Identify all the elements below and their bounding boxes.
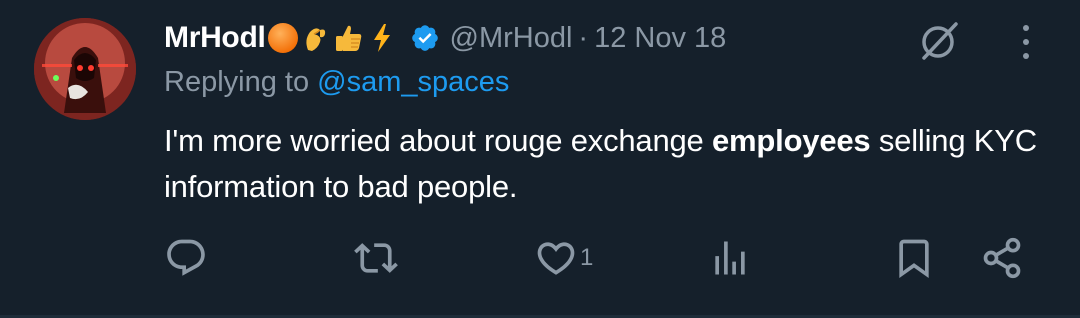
tweet[interactable]: MrHodl @MrHodl · 12 Nov 18 Replying to @… <box>0 0 1080 318</box>
pinching-hand-icon <box>305 28 325 51</box>
replying-to-label: Replying to <box>164 66 318 98</box>
tweet-date[interactable]: 12 Nov 18 <box>594 22 726 55</box>
verified-badge-icon[interactable] <box>410 23 440 53</box>
retweet-button[interactable] <box>354 230 400 286</box>
avatar[interactable] <box>34 18 136 120</box>
like-count: 1 <box>580 244 594 271</box>
action-bar: 1 <box>0 230 1080 290</box>
user-handle[interactable]: @MrHodl <box>450 22 573 55</box>
bookmark-icon <box>899 239 929 279</box>
views-button[interactable] <box>708 230 754 286</box>
tweet-header: MrHodl @MrHodl · 12 Nov 18 <box>164 16 726 60</box>
bookmark-button[interactable] <box>892 230 936 286</box>
reply-button[interactable] <box>164 230 210 286</box>
replying-to-line: Replying to @sam_spaces <box>164 66 509 99</box>
thumbs-up-icon <box>335 25 361 51</box>
display-name[interactable]: MrHodl <box>164 21 266 55</box>
separator-dot: · <box>578 21 589 54</box>
like-button[interactable]: 1 <box>534 230 593 286</box>
grok-icon[interactable] <box>916 18 964 62</box>
retweet-icon <box>354 243 398 273</box>
orange-circle-icon <box>267 23 298 53</box>
heart-icon <box>537 242 575 275</box>
more-options-icon[interactable] <box>1012 18 1040 62</box>
tweet-text-bold: employees <box>712 123 871 158</box>
high-voltage-icon <box>373 24 390 52</box>
share-button[interactable] <box>980 230 1024 286</box>
replying-to-mention[interactable]: @sam_spaces <box>317 66 509 98</box>
tweet-text-part-1: I'm more worried about rouge exchange <box>164 123 713 158</box>
share-icon <box>983 237 1021 279</box>
reply-icon <box>167 239 205 276</box>
tweet-text: I'm more worried about rouge exchange em… <box>164 118 1054 210</box>
views-icon <box>715 241 745 275</box>
